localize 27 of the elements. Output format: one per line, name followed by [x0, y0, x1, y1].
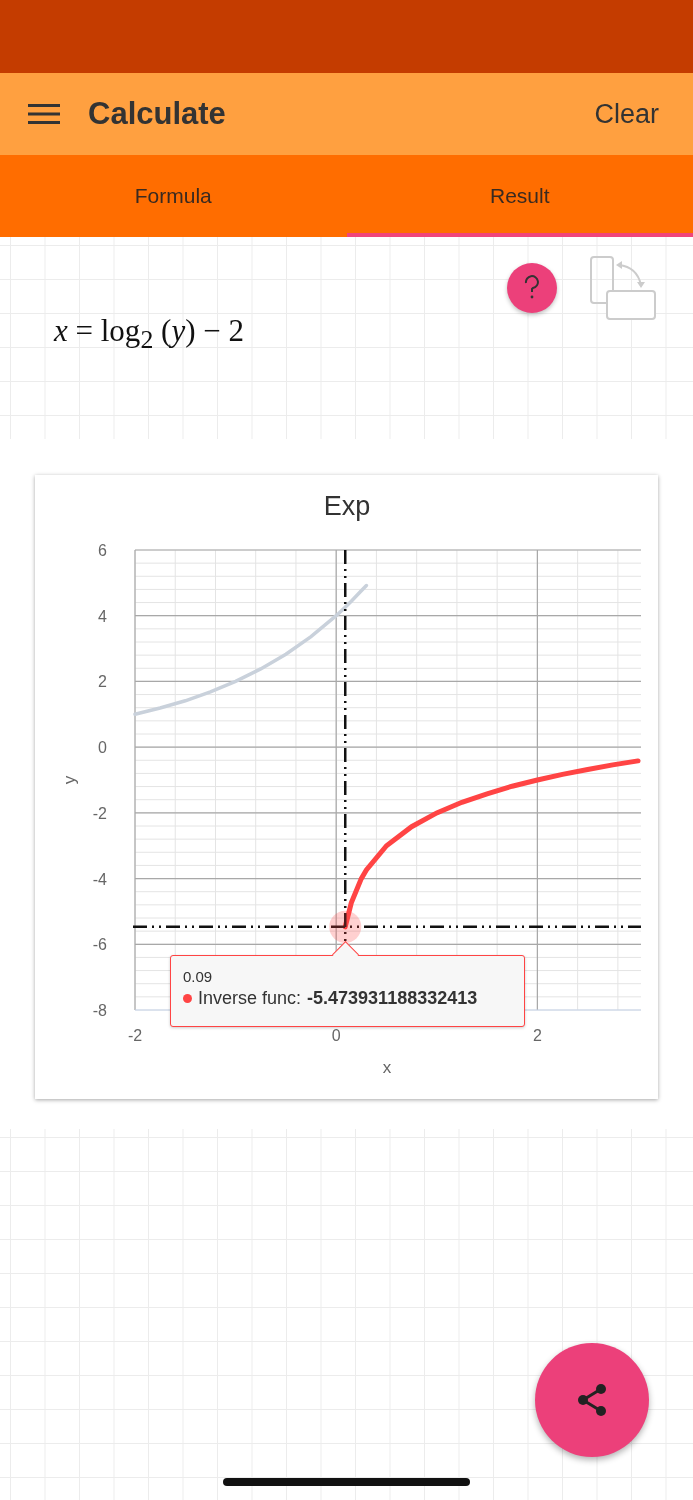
y-tick-label: -4 — [92, 870, 107, 888]
x-axis-label: x — [382, 1058, 392, 1077]
y-tick-label: 2 — [98, 673, 107, 691]
y-tick-label: -2 — [92, 804, 107, 822]
tooltip-x-value: 0.09 — [183, 968, 213, 985]
share-icon — [575, 1382, 609, 1418]
hover-point — [329, 910, 362, 943]
y-tick-label: -6 — [92, 936, 107, 954]
question-mark-icon — [522, 275, 542, 301]
y-axis-label: y — [60, 775, 79, 785]
tab[interactable]: Formula — [0, 155, 347, 237]
y-tick-label: 4 — [98, 607, 107, 625]
help-button[interactable] — [507, 263, 557, 313]
x-tick-label: 2 — [532, 1027, 542, 1044]
y-tick-label: -8 — [92, 1002, 107, 1019]
x-tick-label: -2 — [127, 1027, 143, 1044]
formula: x = log$_{2}$ (y) − 2 — [54, 313, 244, 356]
clear-button[interactable]: Clear — [590, 94, 663, 134]
tooltip-value: -5.473931188332413 — [307, 988, 478, 1009]
menu-icon[interactable] — [28, 103, 60, 125]
app-title: Calculate — [88, 96, 227, 132]
y-tick-label: 0 — [98, 739, 107, 757]
chart-title: Exp — [323, 491, 371, 521]
share-button[interactable] — [535, 1343, 649, 1457]
tooltip-series-label: Inverse func: — [198, 988, 302, 1009]
y-tick-label: 6 — [98, 542, 107, 559]
x-tick-label: 0 — [331, 1027, 341, 1044]
